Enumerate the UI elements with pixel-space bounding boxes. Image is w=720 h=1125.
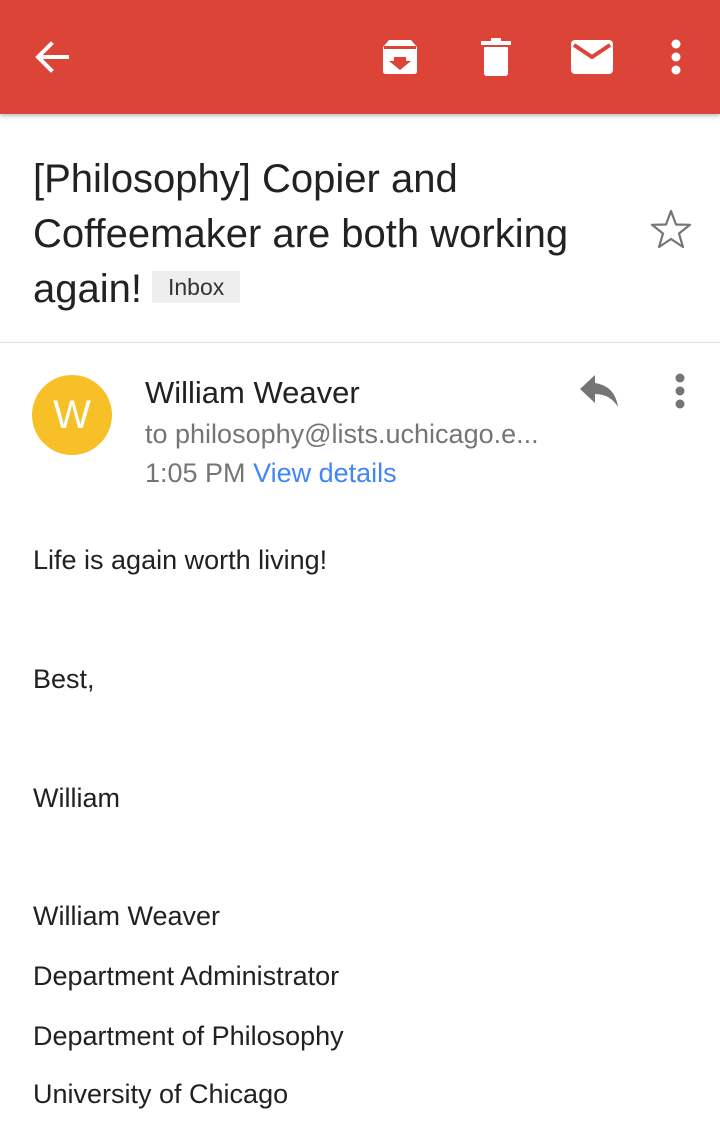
body-line: William: [33, 783, 120, 813]
subject-text: [Philosophy] Copier and Coffeemaker are …: [33, 157, 569, 311]
reply-button[interactable]: [578, 372, 620, 415]
mark-unread-button[interactable]: [560, 25, 624, 89]
back-button[interactable]: [20, 25, 84, 89]
body-line: Best,: [33, 664, 95, 694]
back-arrow-icon: [35, 41, 69, 73]
signature-department: Department of Philosophy: [33, 1021, 344, 1051]
star-button[interactable]: [650, 208, 692, 255]
star-icon: [650, 209, 692, 249]
delete-button[interactable]: [464, 25, 528, 89]
message-more-button[interactable]: [664, 372, 696, 412]
reply-icon: [580, 375, 618, 407]
top-app-bar: [0, 0, 720, 114]
more-vert-icon: [675, 373, 685, 409]
body-line: Life is again worth living!: [33, 545, 328, 575]
sender-name: William Weaver: [145, 375, 360, 410]
inbox-label-chip[interactable]: Inbox: [151, 271, 241, 304]
signature-name: William Weaver: [33, 901, 221, 931]
message-meta: 1:05 PM View details: [145, 455, 397, 491]
avatar[interactable]: W: [32, 375, 112, 455]
more-options-button[interactable]: [656, 25, 696, 89]
mark-unread-icon: [571, 40, 613, 74]
avatar-letter: W: [53, 392, 91, 437]
more-vert-icon: [671, 39, 681, 75]
signature-university: University of Chicago: [33, 1079, 289, 1109]
delete-icon: [481, 38, 511, 76]
email-subject: [Philosophy] Copier and Coffeemaker are …: [33, 152, 613, 317]
archive-button[interactable]: [368, 25, 432, 89]
archive-icon: [383, 40, 417, 74]
signature-title: Department Administrator: [33, 961, 340, 991]
message-time: 1:05 PM: [145, 458, 246, 488]
subject-header: [Philosophy] Copier and Coffeemaker are …: [0, 114, 720, 343]
view-details-link[interactable]: View details: [253, 458, 397, 488]
recipient-line: to philosophy@lists.uchicago.e...: [145, 419, 539, 449]
